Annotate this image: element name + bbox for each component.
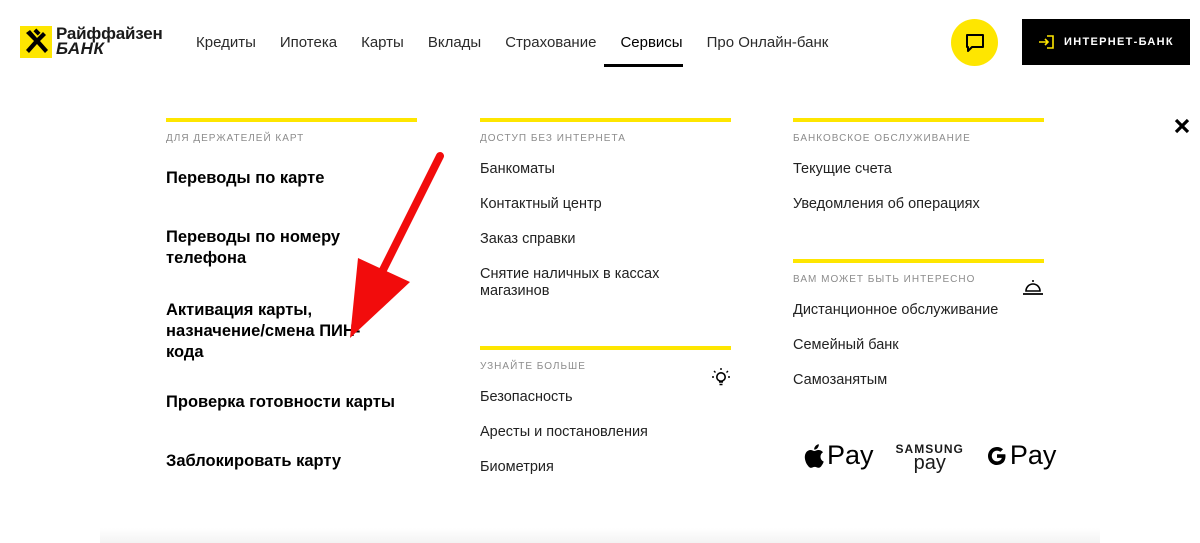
main-nav: Кредиты Ипотека Карты Вклады Страхование… (196, 34, 852, 51)
link-contact-center[interactable]: Контактный центр (480, 196, 731, 213)
column-caption: ДЛЯ ДЕРЖАТЕЛЕЙ КАРТ (166, 133, 305, 144)
menu-bottom-shadow (100, 528, 1100, 543)
menu-column-banking-services: БАНКОВСКОЕ ОБСЛУЖИВАНИЕ Текущие счета Ув… (793, 118, 1044, 389)
close-icon[interactable] (1172, 116, 1192, 136)
login-icon (1039, 35, 1054, 49)
bank-logo[interactable]: Райффайзен БАНК (20, 25, 163, 60)
link-block-card[interactable]: Заблокировать карту (166, 451, 417, 472)
column-divider (793, 118, 1044, 122)
logo-mark-icon (20, 26, 52, 58)
link-family-bank[interactable]: Семейный банк (793, 337, 1044, 354)
apple-pay-text: Pay (827, 440, 874, 470)
logo-line2: БАНК (56, 39, 105, 58)
menu-column-offline-access: ДОСТУП БЕЗ ИНТЕРНЕТА Банкоматы Контактны… (480, 118, 731, 476)
column-caption: УЗНАЙТЕ БОЛЬШЕ (480, 361, 586, 372)
apple-icon (804, 443, 824, 468)
column-divider (166, 118, 417, 122)
apple-pay-logo: Pay (803, 440, 874, 471)
link-order-certificate[interactable]: Заказ справки (480, 231, 731, 248)
column-caption: ВАМ МОЖЕТ БЫТЬ ИНТЕРЕСНО (793, 274, 976, 285)
internet-bank-button[interactable]: ИНТЕРНЕТ-БАНК (1022, 19, 1190, 65)
column-caption: БАНКОВСКОЕ ОБСЛУЖИВАНИЕ (793, 133, 971, 144)
column-divider (793, 259, 1044, 263)
nav-item-credits[interactable]: Кредиты (196, 34, 256, 51)
google-pay-logo: Pay (986, 440, 1057, 471)
payment-logos: Pay SAMSUNG pay Pay (803, 440, 1057, 474)
link-security[interactable]: Безопасность (480, 389, 731, 406)
link-arrests[interactable]: Аресты и постановления (480, 424, 731, 441)
nav-item-mortgage[interactable]: Ипотека (280, 34, 337, 51)
link-card-readiness[interactable]: Проверка готовности карты (166, 392, 417, 413)
link-remote-service[interactable]: Дистанционное обслуживание (793, 302, 1044, 319)
chat-icon (965, 33, 984, 52)
link-biometrics[interactable]: Биометрия (480, 459, 731, 476)
nav-item-online-bank[interactable]: Про Онлайн-банк (707, 34, 829, 51)
service-bell-icon (1023, 280, 1043, 295)
column-divider (480, 346, 731, 350)
site-header: Райффайзен БАНК Кредиты Ипотека Карты Вк… (0, 0, 1200, 90)
internet-bank-label: ИНТЕРНЕТ-БАНК (1064, 36, 1174, 48)
red-annotation-arrow (350, 152, 444, 338)
column-caption: ДОСТУП БЕЗ ИНТЕРНЕТА (480, 133, 626, 144)
link-cash-withdrawal[interactable]: Снятие наличных в кассах магазинов (480, 266, 680, 300)
link-self-employed[interactable]: Самозанятым (793, 372, 1044, 389)
lightbulb-icon (712, 368, 730, 386)
column-divider (480, 118, 731, 122)
samsung-pay-logo: SAMSUNG pay (896, 442, 964, 474)
nav-item-insurance[interactable]: Страхование (505, 34, 596, 51)
chat-button[interactable] (951, 19, 998, 66)
google-pay-text: Pay (1009, 440, 1057, 470)
nav-item-deposits[interactable]: Вклады (428, 34, 481, 51)
nav-item-services[interactable]: Сервисы (620, 34, 682, 51)
nav-active-underline (604, 64, 683, 67)
link-notifications[interactable]: Уведомления об операциях (793, 196, 1044, 213)
link-current-accounts[interactable]: Текущие счета (793, 161, 1044, 178)
link-atms[interactable]: Банкоматы (480, 161, 731, 178)
samsung-pay-bottom: pay (913, 451, 946, 474)
caption-row: УЗНАЙТЕ БОЛЬШЕ (480, 361, 731, 386)
nav-item-cards[interactable]: Карты (361, 34, 404, 51)
logo-text: Райффайзен БАНК (56, 25, 163, 58)
google-g-icon (987, 446, 1006, 465)
caption-row: ВАМ МОЖЕТ БЫТЬ ИНТЕРЕСНО (793, 274, 1044, 295)
